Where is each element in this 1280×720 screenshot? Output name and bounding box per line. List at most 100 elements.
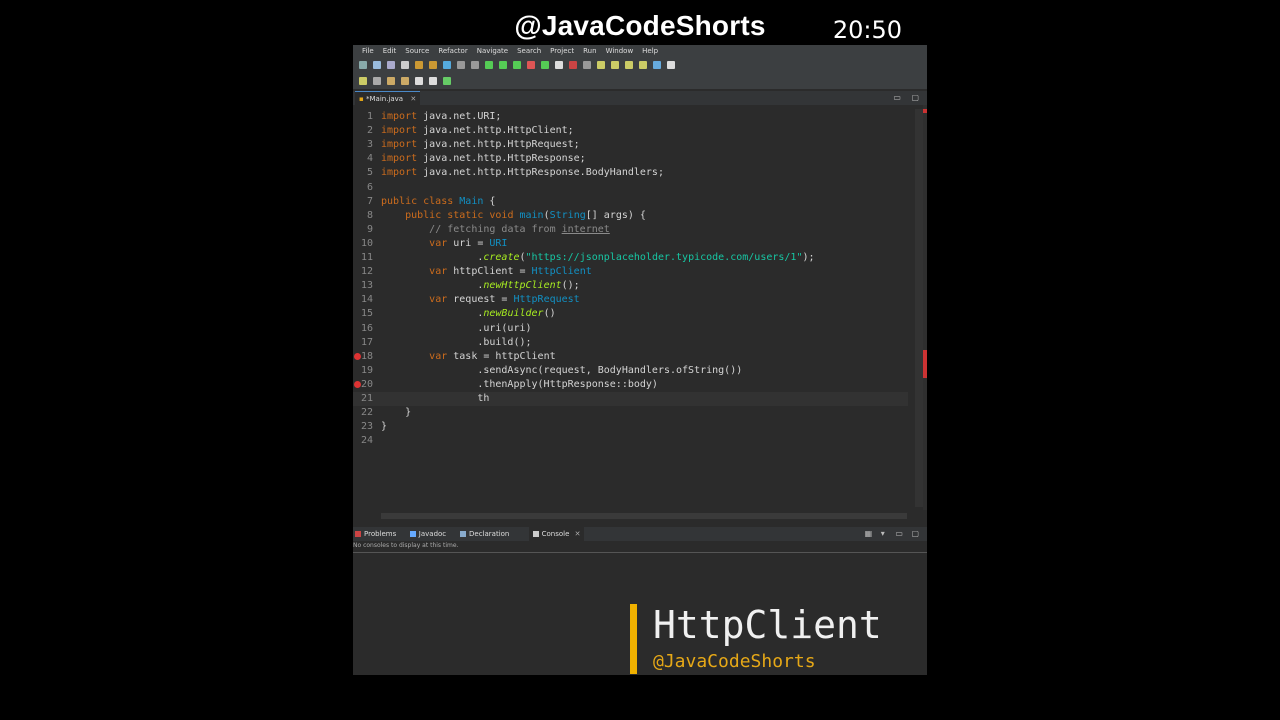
- error-overview-marker[interactable]: [923, 350, 927, 378]
- code-line[interactable]: 17 .build();: [353, 336, 908, 350]
- toolbar-button-icon[interactable]: [569, 61, 577, 69]
- channel-handle: @JavaCodeShorts: [514, 10, 766, 41]
- close-icon[interactable]: ✕: [572, 530, 581, 538]
- menu-project[interactable]: Project: [550, 47, 574, 55]
- code-line[interactable]: 14 var request = HttpRequest: [353, 293, 908, 307]
- code-line[interactable]: 18 var task = httpClient: [353, 350, 908, 364]
- toolbar-button-icon[interactable]: [499, 61, 507, 69]
- error-overview-marker[interactable]: [923, 109, 927, 113]
- toolbar-button-icon[interactable]: [443, 61, 451, 69]
- menu-window[interactable]: Window: [606, 47, 634, 55]
- toolbar-button-icon[interactable]: [387, 61, 395, 69]
- toolbar-button-icon[interactable]: [415, 77, 423, 85]
- tab-main-java[interactable]: ▪ *Main.java ✕: [355, 91, 421, 106]
- line-number: 4: [366, 153, 373, 165]
- toolbar-button-icon[interactable]: [373, 77, 381, 85]
- code-line[interactable]: 3 import java.net.http.HttpRequest;: [353, 138, 908, 152]
- line-number: 9: [366, 223, 373, 235]
- menu-refactor[interactable]: Refactor: [438, 47, 467, 55]
- minimize-icon[interactable]: ▭: [893, 93, 901, 102]
- menu-source[interactable]: Source: [405, 47, 429, 55]
- tab-problems[interactable]: Problems: [355, 527, 396, 541]
- code-line[interactable]: 16 .uri(uri): [353, 322, 908, 336]
- toolbar-button-icon[interactable]: [401, 61, 409, 69]
- maximize-icon[interactable]: ▢: [911, 529, 919, 538]
- line-number: 3: [366, 139, 373, 151]
- code-line[interactable]: 8 public static void main(String[] args)…: [353, 209, 908, 223]
- code-line[interactable]: 9 // fetching data from internet: [353, 223, 908, 237]
- error-icon[interactable]: [354, 380, 361, 388]
- code-text: import java.net.http.HttpResponse.BodyHa…: [381, 167, 664, 179]
- toolbar-button-icon[interactable]: [387, 77, 395, 85]
- maximize-icon[interactable]: ▢: [911, 93, 919, 102]
- toolbar-button-icon[interactable]: [401, 77, 409, 85]
- toolbar-button-icon[interactable]: [583, 61, 591, 69]
- menu-navigate[interactable]: Navigate: [477, 47, 508, 55]
- declaration-icon: [460, 531, 466, 537]
- menu-run[interactable]: Run: [583, 47, 596, 55]
- code-line[interactable]: 21 th: [353, 392, 908, 406]
- toolbar-button-icon[interactable]: [471, 61, 479, 69]
- minimize-icon[interactable]: ▭: [895, 529, 903, 538]
- menu-bar: File Edit Source Refactor Navigate Search Proj…: [353, 45, 927, 57]
- code-line[interactable]: 11 .create("https://jsonplaceholder.typi…: [353, 251, 908, 265]
- toolbar-button-icon[interactable]: [555, 61, 563, 69]
- toolbar-button-icon[interactable]: [359, 77, 367, 85]
- code-line[interactable]: 4 import java.net.http.HttpResponse;: [353, 152, 908, 166]
- toolbar-button-icon[interactable]: [541, 61, 549, 69]
- code-editor[interactable]: 1 import java.net.URI; 2 import java.net.ht…: [353, 105, 927, 519]
- toolbar-button-icon[interactable]: [443, 77, 451, 85]
- overlay-subtitle: @JavaCodeShorts: [653, 651, 816, 672]
- toolbar-button-icon[interactable]: [625, 61, 633, 69]
- editor-tab-bar: ▪ *Main.java ✕ ▭ ▢: [353, 91, 927, 106]
- toolbar-button-icon[interactable]: [429, 61, 437, 69]
- toolbar-button-icon[interactable]: [359, 61, 367, 69]
- code-line[interactable]: 20 .thenApply(HttpResponse::body): [353, 378, 908, 392]
- toolbar-button-icon[interactable]: [485, 61, 493, 69]
- code-line[interactable]: 19 .sendAsync(request, BodyHandlers.ofSt…: [353, 364, 908, 378]
- toolbar-button-icon[interactable]: [415, 61, 423, 69]
- menu-search[interactable]: Search: [517, 47, 541, 55]
- toolbar-button-icon[interactable]: [667, 61, 675, 69]
- code-line[interactable]: 12 var httpClient = HttpClient: [353, 265, 908, 279]
- toolbar-button-icon[interactable]: [373, 61, 381, 69]
- tab-console[interactable]: Console ✕: [528, 527, 585, 541]
- code-line[interactable]: 2 import java.net.http.HttpClient;: [353, 124, 908, 138]
- code-text: // fetching data from internet: [429, 223, 610, 235]
- code-line[interactable]: 5 import java.net.http.HttpResponse.BodyH…: [353, 166, 908, 180]
- toolbar-button-icon[interactable]: [429, 77, 437, 85]
- menu-file[interactable]: File: [362, 47, 374, 55]
- tab-label: Javadoc: [418, 530, 447, 538]
- code-line[interactable]: 10 var uri = URI: [353, 237, 908, 251]
- error-icon[interactable]: [354, 352, 361, 360]
- line-number: 12: [360, 266, 373, 278]
- open-console-icon[interactable]: ▾: [881, 529, 885, 538]
- tab-javadoc[interactable]: Javadoc: [409, 527, 447, 541]
- toolbar-button-icon[interactable]: [611, 61, 619, 69]
- code-line[interactable]: 13 .newHttpClient();: [353, 279, 908, 293]
- code-line[interactable]: 15 .newBuilder(): [353, 307, 908, 321]
- tab-declaration[interactable]: Declaration: [460, 527, 509, 541]
- toolbar-button-icon[interactable]: [653, 61, 661, 69]
- code-line[interactable]: 22 }: [353, 406, 908, 420]
- menu-edit[interactable]: Edit: [383, 47, 397, 55]
- toolbar-button-icon[interactable]: [527, 61, 535, 69]
- toolbar-button-icon[interactable]: [513, 61, 521, 69]
- code-line[interactable]: 23}: [353, 420, 908, 434]
- close-icon[interactable]: ✕: [410, 95, 416, 103]
- code-line[interactable]: 7 public class Main {: [353, 195, 908, 209]
- line-number: 5: [366, 167, 373, 179]
- code-line[interactable]: 6: [353, 181, 908, 195]
- menu-help[interactable]: Help: [642, 47, 658, 55]
- toolbar-button-icon[interactable]: [597, 61, 605, 69]
- toolbar-button-icon[interactable]: [639, 61, 647, 69]
- vertical-scrollbar[interactable]: [915, 109, 923, 507]
- code-text: .create("https://jsonplaceholder.typicod…: [381, 252, 815, 263]
- code-text: var uri = URI: [429, 237, 508, 249]
- horizontal-scrollbar[interactable]: [381, 513, 907, 519]
- display-selected-console-icon[interactable]: ▦: [865, 529, 873, 538]
- code-line[interactable]: 1 import java.net.URI;: [353, 110, 908, 124]
- code-text: public class Main {: [381, 195, 496, 207]
- code-line[interactable]: 24: [353, 434, 908, 448]
- toolbar-button-icon[interactable]: [457, 61, 465, 69]
